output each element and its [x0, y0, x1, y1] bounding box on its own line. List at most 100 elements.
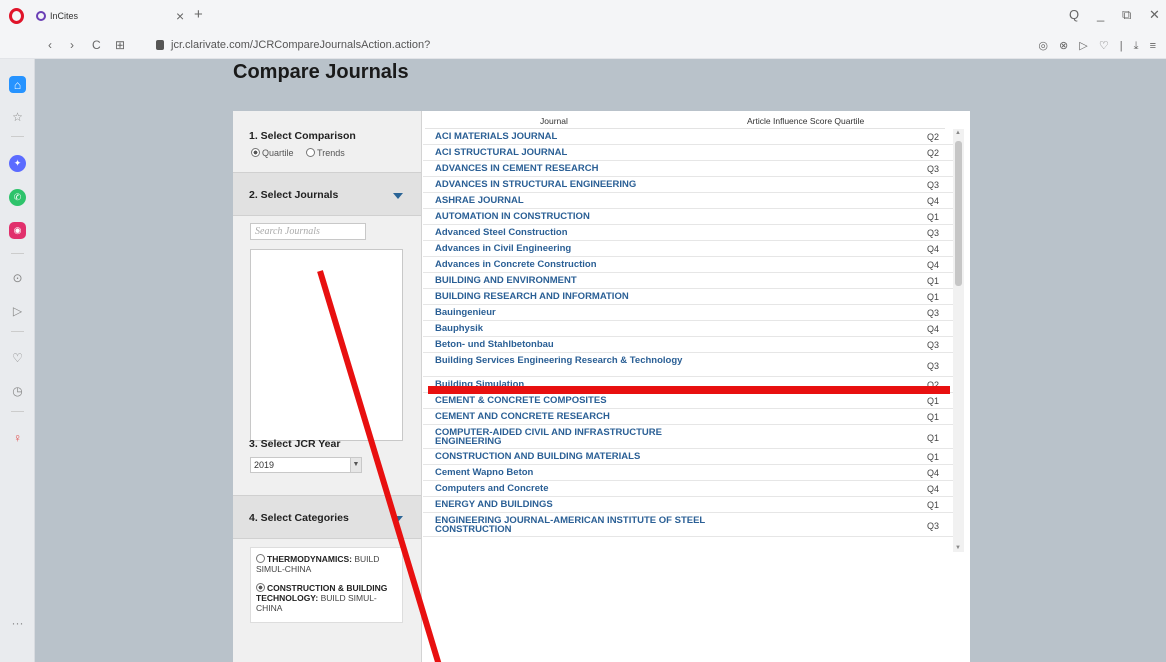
- journal-name-link[interactable]: ACI MATERIALS JOURNAL: [435, 132, 715, 142]
- table-row[interactable]: Computers and Concrete Q4: [423, 481, 953, 497]
- journal-name-link[interactable]: CEMENT AND CONCRETE RESEARCH: [435, 412, 715, 422]
- chevron-down-icon[interactable]: [393, 193, 403, 199]
- category-construction[interactable]: CONSTRUCTION & BUILDING TECHNOLOGY: BUIL…: [256, 583, 397, 613]
- messenger-icon[interactable]: ✦: [9, 155, 26, 172]
- scroll-down-icon[interactable]: ▼: [955, 545, 961, 551]
- journal-name-link[interactable]: BUILDING RESEARCH AND INFORMATION: [435, 292, 715, 302]
- table-row[interactable]: AUTOMATION IN CONSTRUCTION Q1: [423, 209, 953, 225]
- reload-button[interactable]: C: [92, 38, 101, 52]
- journal-name-link[interactable]: ADVANCES IN CEMENT RESEARCH: [435, 164, 715, 174]
- journal-name-link[interactable]: ENGINEERING JOURNAL-AMERICAN INSTITUTE O…: [435, 516, 715, 535]
- history-icon[interactable]: ◷: [9, 382, 26, 399]
- table-row[interactable]: CEMENT & CONCRETE COMPOSITES Q1: [423, 393, 953, 409]
- speed-dial-grid-icon[interactable]: ⊞: [115, 38, 125, 52]
- column-header-journal[interactable]: Journal: [540, 116, 568, 126]
- opera-sidebar: ⌂ ☆ ✦ ✆ ◉ ⊙ ▷ ♡ ◷ ♀ ···: [0, 59, 35, 662]
- quartile-value: Q3: [926, 361, 939, 371]
- url-field[interactable]: jcr.clarivate.com/JCRCompareJournalsActi…: [171, 39, 430, 51]
- table-row[interactable]: Bauphysik Q4: [423, 321, 953, 337]
- pinboard-icon[interactable]: ♀: [9, 429, 26, 446]
- table-row[interactable]: COMPUTER-AIDED CIVIL AND INFRASTRUCTURE …: [423, 425, 953, 449]
- tab-close-icon[interactable]: ×: [176, 8, 184, 24]
- restore-button[interactable]: ⧉: [1122, 7, 1131, 23]
- minimize-button[interactable]: _: [1097, 7, 1104, 22]
- table-row[interactable]: Advances in Civil Engineering Q4: [423, 241, 953, 257]
- quartile-value: Q1: [926, 500, 939, 510]
- radio-unchecked-icon: [256, 554, 265, 563]
- opera-logo-icon[interactable]: [9, 8, 24, 24]
- sidebar-divider: [11, 253, 24, 254]
- journal-name-link[interactable]: Building Services Engineering Research &…: [435, 356, 715, 366]
- table-row[interactable]: ADVANCES IN CEMENT RESEARCH Q3: [423, 161, 953, 177]
- page-title: Compare Journals: [233, 61, 409, 83]
- scroll-up-icon[interactable]: ▲: [955, 130, 961, 136]
- journal-name-link[interactable]: Computers and Concrete: [435, 484, 715, 494]
- journal-name-link[interactable]: ASHRAE JOURNAL: [435, 196, 715, 206]
- year-select[interactable]: 2019 ▼: [250, 457, 362, 473]
- table-row[interactable]: ASHRAE JOURNAL Q4: [423, 193, 953, 209]
- search-journals-input[interactable]: Search Journals: [250, 223, 366, 240]
- quartile-value: Q1: [926, 396, 939, 406]
- home-icon[interactable]: ⌂: [9, 76, 26, 93]
- journal-list-box[interactable]: [250, 249, 403, 441]
- extension-icons[interactable]: ◎ ⊗ ▷ ♡ | ⤓ ≡: [1038, 39, 1160, 53]
- journal-name-link[interactable]: CONSTRUCTION AND BUILDING MATERIALS: [435, 452, 715, 462]
- scroll-thumb[interactable]: [955, 141, 962, 286]
- tab-incites[interactable]: InCites ×: [36, 4, 186, 28]
- journal-name-link[interactable]: AUTOMATION IN CONSTRUCTION: [435, 212, 715, 222]
- journal-name-link[interactable]: BUILDING AND ENVIRONMENT: [435, 276, 715, 286]
- journal-name-link[interactable]: Bauingenieur: [435, 308, 715, 318]
- select-caret-icon[interactable]: ▼: [350, 458, 361, 472]
- journal-name-link[interactable]: CEMENT & CONCRETE COMPOSITES: [435, 396, 715, 406]
- table-row[interactable]: ADVANCES IN STRUCTURAL ENGINEERING Q3: [423, 177, 953, 193]
- table-row[interactable]: ENERGY AND BUILDINGS Q1: [423, 497, 953, 513]
- quartile-value: Q3: [926, 521, 939, 531]
- star-icon[interactable]: ☆: [9, 108, 26, 125]
- journal-name-link[interactable]: COMPUTER-AIDED CIVIL AND INFRASTRUCTURE …: [435, 428, 715, 447]
- table-row[interactable]: CEMENT AND CONCRETE RESEARCH Q1: [423, 409, 953, 425]
- quartile-value: Q3: [926, 228, 939, 238]
- table-row[interactable]: Beton- und Stahlbetonbau Q3: [423, 337, 953, 353]
- radio-trends[interactable]: Trends: [306, 148, 345, 158]
- search-tabs-icon[interactable]: Q: [1069, 7, 1079, 22]
- table-row[interactable]: Building Services Engineering Research &…: [423, 353, 953, 377]
- quartile-value: Q1: [926, 433, 939, 443]
- table-row[interactable]: BUILDING RESEARCH AND INFORMATION Q1: [423, 289, 953, 305]
- heart-icon[interactable]: ♡: [9, 349, 26, 366]
- select-journals-band[interactable]: 2. Select Journals: [233, 172, 421, 216]
- table-row[interactable]: BUILDING AND ENVIRONMENT Q1: [423, 273, 953, 289]
- journal-name-link[interactable]: ACI STRUCTURAL JOURNAL: [435, 148, 715, 158]
- back-button[interactable]: ‹: [48, 38, 52, 52]
- send-icon[interactable]: ▷: [9, 302, 26, 319]
- table-row[interactable]: ACI MATERIALS JOURNAL Q2: [423, 129, 953, 145]
- table-scrollbar[interactable]: ▲ ▼: [953, 129, 964, 552]
- radio-quartile[interactable]: Quartile: [251, 148, 294, 158]
- journal-name-link[interactable]: Advances in Civil Engineering: [435, 244, 715, 254]
- journal-name-link[interactable]: ADVANCES IN STRUCTURAL ENGINEERING: [435, 180, 715, 190]
- journal-name-link[interactable]: ENERGY AND BUILDINGS: [435, 500, 715, 510]
- more-icon[interactable]: ···: [9, 614, 26, 631]
- lock-icon[interactable]: [156, 40, 164, 50]
- table-row[interactable]: CONSTRUCTION AND BUILDING MATERIALS Q1: [423, 449, 953, 465]
- journal-name-link[interactable]: Advanced Steel Construction: [435, 228, 715, 238]
- journal-name-link[interactable]: Beton- und Stahlbetonbau: [435, 340, 715, 350]
- instagram-icon[interactable]: ◉: [9, 222, 26, 239]
- table-row[interactable]: Advances in Concrete Construction Q4: [423, 257, 953, 273]
- journal-name-link[interactable]: Advances in Concrete Construction: [435, 260, 715, 270]
- table-row[interactable]: Cement Wapno Beton Q4: [423, 465, 953, 481]
- quartile-value: Q1: [926, 276, 939, 286]
- forward-button[interactable]: ›: [70, 38, 74, 52]
- table-row[interactable]: ACI STRUCTURAL JOURNAL Q2: [423, 145, 953, 161]
- close-window-button[interactable]: ✕: [1149, 7, 1160, 23]
- table-row[interactable]: Advanced Steel Construction Q3: [423, 225, 953, 241]
- journal-name-link[interactable]: Bauphysik: [435, 324, 715, 334]
- table-row[interactable]: Bauingenieur Q3: [423, 305, 953, 321]
- address-bar: ‹ › C ⊞ jcr.clarivate.com/JCRCompareJour…: [0, 32, 1166, 59]
- table-row[interactable]: ENGINEERING JOURNAL-AMERICAN INSTITUTE O…: [423, 513, 953, 537]
- player-icon[interactable]: ⊙: [9, 269, 26, 286]
- whatsapp-icon[interactable]: ✆: [9, 189, 26, 206]
- category-thermodynamics[interactable]: THERMODYNAMICS: BUILD SIMUL-CHINA: [256, 554, 397, 574]
- column-header-quartile[interactable]: Article Influence Score Quartile: [747, 116, 864, 126]
- new-tab-button[interactable]: +: [194, 6, 203, 23]
- journal-name-link[interactable]: Cement Wapno Beton: [435, 468, 715, 478]
